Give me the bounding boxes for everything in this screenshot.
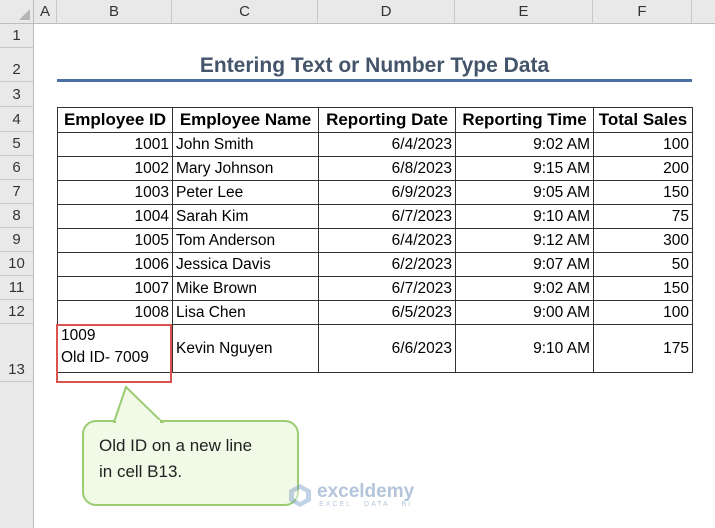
callout-text: Old ID on a new line in cell B13. <box>99 433 299 485</box>
table-header-row: Employee ID Employee Name Reporting Date… <box>57 107 693 133</box>
cell-reporting-time[interactable]: 9:02 AM <box>455 276 594 301</box>
watermark-name: exceldemy <box>317 480 415 502</box>
cell-reporting-date[interactable]: 6/7/2023 <box>318 276 456 301</box>
title-underline <box>57 79 692 82</box>
table-row: 1006 Jessica Davis 6/2/2023 9:07 AM 50 <box>57 252 693 277</box>
row-header-blank <box>0 382 34 528</box>
cell-total-sales[interactable]: 300 <box>593 228 693 253</box>
table-row: 1005 Tom Anderson 6/4/2023 9:12 AM 300 <box>57 228 693 253</box>
cell-employee-name[interactable]: Jessica Davis <box>172 252 319 277</box>
callout-line-1: Old ID on a new line <box>99 436 253 455</box>
cell-employee-name[interactable]: Kevin Nguyen <box>172 324 319 373</box>
column-header-d[interactable]: D <box>318 0 455 24</box>
cell-reporting-time[interactable]: 9:12 AM <box>455 228 594 253</box>
table-row: 1001 John Smith 6/4/2023 9:02 AM 100 <box>57 132 693 157</box>
cell-employee-id[interactable]: 1005 <box>57 228 173 253</box>
column-header-e[interactable]: E <box>455 0 593 24</box>
table-row: 1008 Lisa Chen 6/5/2023 9:00 AM 100 <box>57 300 693 325</box>
b13-line-1: 1009 <box>61 327 96 344</box>
watermark-tagline: EXCEL · DATA · BI <box>319 500 413 508</box>
cell-reporting-time[interactable]: 9:07 AM <box>455 252 594 277</box>
callout-line-2: in cell B13. <box>99 462 183 481</box>
select-all-corner[interactable] <box>0 0 34 24</box>
cell-reporting-time[interactable]: 9:05 AM <box>455 180 594 205</box>
header-employee-id[interactable]: Employee ID <box>57 107 173 133</box>
watermark: exceldemy EXCEL · DATA · BI <box>287 482 414 508</box>
cell-total-sales[interactable]: 200 <box>593 156 693 181</box>
cell-reporting-date[interactable]: 6/8/2023 <box>318 156 456 181</box>
header-reporting-date[interactable]: Reporting Date <box>318 107 456 133</box>
cell-reporting-date[interactable]: 6/7/2023 <box>318 204 456 229</box>
cell-reporting-date[interactable]: 6/4/2023 <box>318 132 456 157</box>
row-header-7[interactable]: 7 <box>0 180 34 204</box>
cell-employee-name[interactable]: Lisa Chen <box>172 300 319 325</box>
cell-employee-name[interactable]: Mike Brown <box>172 276 319 301</box>
cell-employee-id[interactable]: 1002 <box>57 156 173 181</box>
cell-reporting-time[interactable]: 9:15 AM <box>455 156 594 181</box>
header-employee-name[interactable]: Employee Name <box>172 107 319 133</box>
cell-reporting-time[interactable]: 9:10 AM <box>455 324 594 373</box>
header-total-sales[interactable]: Total Sales <box>593 107 693 133</box>
cell-total-sales[interactable]: 150 <box>593 180 693 205</box>
cell-total-sales[interactable]: 175 <box>593 324 693 373</box>
exceldemy-logo-icon <box>289 484 311 507</box>
cell-reporting-time[interactable]: 9:02 AM <box>455 132 594 157</box>
cell-total-sales[interactable]: 100 <box>593 300 693 325</box>
row-header-1[interactable]: 1 <box>0 24 34 48</box>
cell-reporting-date[interactable]: 6/2/2023 <box>318 252 456 277</box>
cell-total-sales[interactable]: 150 <box>593 276 693 301</box>
column-header-b[interactable]: B <box>57 0 172 24</box>
cell-employee-id[interactable]: 1001 <box>57 132 173 157</box>
column-header-a[interactable]: A <box>34 0 57 24</box>
cell-total-sales[interactable]: 50 <box>593 252 693 277</box>
cell-reporting-date[interactable]: 6/4/2023 <box>318 228 456 253</box>
cell-total-sales[interactable]: 100 <box>593 132 693 157</box>
cell-employee-name[interactable]: Tom Anderson <box>172 228 319 253</box>
cell-reporting-time[interactable]: 9:00 AM <box>455 300 594 325</box>
column-header-f[interactable]: F <box>593 0 692 24</box>
table-row-multiline: 1009 Old ID- 7009 Kevin Nguyen 6/6/2023 … <box>57 324 693 373</box>
row-header-5[interactable]: 5 <box>0 132 34 156</box>
row-header-13[interactable]: 13 <box>0 324 34 382</box>
cell-employee-id[interactable]: 1007 <box>57 276 173 301</box>
row-header-2[interactable]: 2 <box>0 48 34 82</box>
cell-b13-employee-id[interactable]: 1009 Old ID- 7009 <box>57 324 173 373</box>
employee-table: Employee ID Employee Name Reporting Date… <box>57 107 693 373</box>
column-header-c[interactable]: C <box>172 0 318 24</box>
cell-employee-id[interactable]: 1006 <box>57 252 173 277</box>
cell-employee-name[interactable]: Sarah Kim <box>172 204 319 229</box>
row-header-9[interactable]: 9 <box>0 228 34 252</box>
cell-employee-id[interactable]: 1003 <box>57 180 173 205</box>
header-reporting-time[interactable]: Reporting Time <box>455 107 594 133</box>
cell-total-sales[interactable]: 75 <box>593 204 693 229</box>
row-header-6[interactable]: 6 <box>0 156 34 180</box>
table-row: 1007 Mike Brown 6/7/2023 9:02 AM 150 <box>57 276 693 301</box>
row-header-12[interactable]: 12 <box>0 300 34 324</box>
row-header-4[interactable]: 4 <box>0 107 34 132</box>
sheet-title: Entering Text or Number Type Data <box>199 54 550 77</box>
column-header-blank <box>692 0 715 24</box>
cell-employee-name[interactable]: John Smith <box>172 132 319 157</box>
row-header-8[interactable]: 8 <box>0 204 34 228</box>
b13-line-2: Old ID- 7009 <box>61 349 149 366</box>
row-header-3[interactable]: 3 <box>0 82 34 107</box>
cell-reporting-time[interactable]: 9:10 AM <box>455 204 594 229</box>
cell-employee-name[interactable]: Mary Johnson <box>172 156 319 181</box>
row-header-11[interactable]: 11 <box>0 276 34 300</box>
table-row: 1002 Mary Johnson 6/8/2023 9:15 AM 200 <box>57 156 693 181</box>
cell-employee-id[interactable]: 1004 <box>57 204 173 229</box>
row-header-10[interactable]: 10 <box>0 252 34 276</box>
table-row: 1003 Peter Lee 6/9/2023 9:05 AM 150 <box>57 180 693 205</box>
cell-reporting-date[interactable]: 6/5/2023 <box>318 300 456 325</box>
callout-pointer <box>112 385 165 424</box>
cell-employee-name[interactable]: Peter Lee <box>172 180 319 205</box>
cell-employee-id[interactable]: 1008 <box>57 300 173 325</box>
table-row: 1004 Sarah Kim 6/7/2023 9:10 AM 75 <box>57 204 693 229</box>
cell-reporting-date[interactable]: 6/9/2023 <box>318 180 456 205</box>
cell-reporting-date[interactable]: 6/6/2023 <box>318 324 456 373</box>
